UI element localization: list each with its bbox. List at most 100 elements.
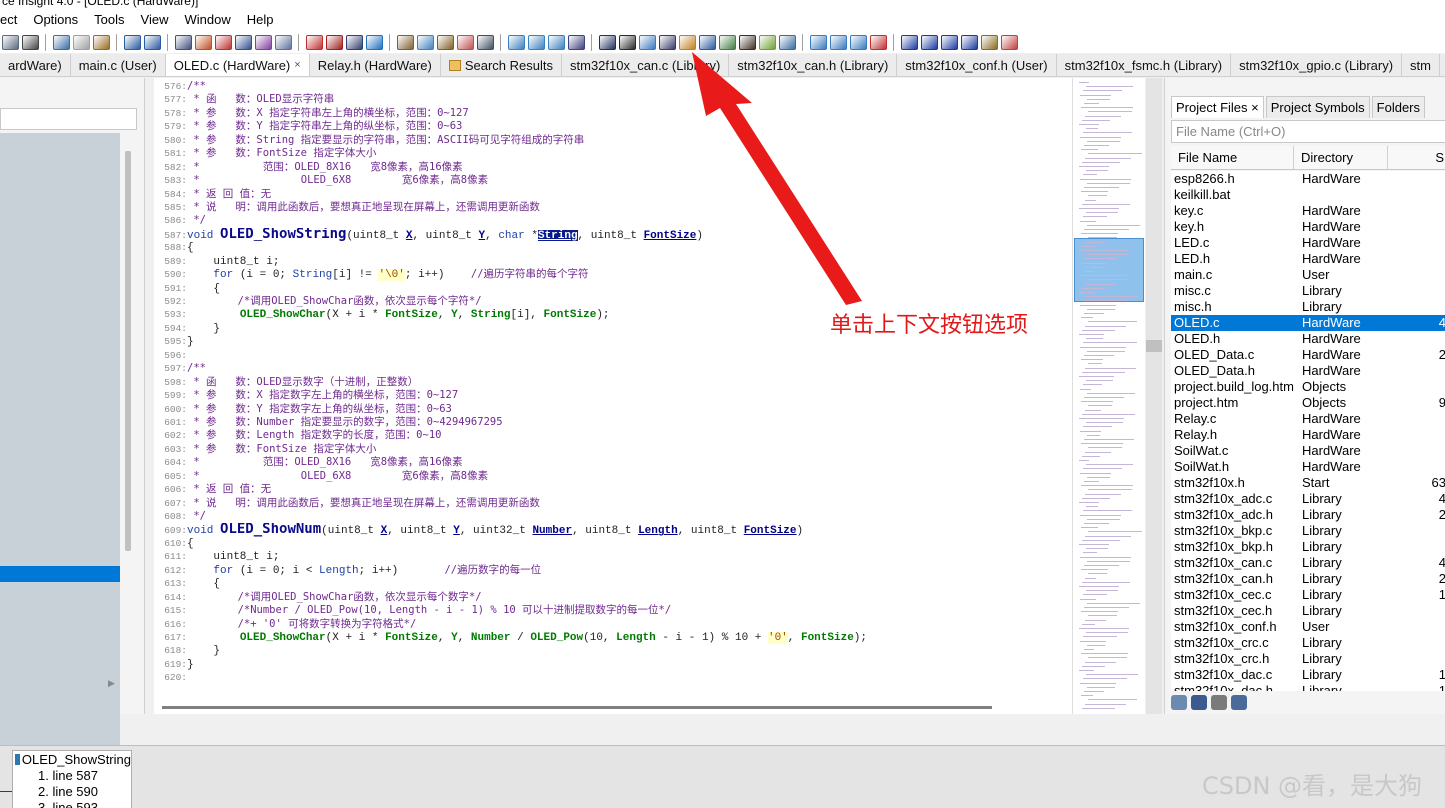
- file-list-row[interactable]: SoilWat.c HardWare: [1171, 443, 1445, 459]
- menu-project[interactable]: ect: [0, 8, 25, 32]
- file-tab[interactable]: stm32f10x_gpio.c (Library): [1231, 54, 1403, 76]
- panel-splitter[interactable]: [1146, 78, 1162, 714]
- file-tab[interactable]: Relay.h (HardWare): [310, 54, 441, 76]
- file-list-row[interactable]: stm32f10x_bkp.h Library: [1171, 539, 1445, 555]
- toolbar-button-icon[interactable]: [365, 34, 383, 50]
- file-list-row[interactable]: stm32f10x_dac.h Library 1: [1171, 683, 1445, 691]
- symbol-search-input[interactable]: [0, 108, 137, 130]
- menu-tools[interactable]: Tools: [86, 8, 132, 32]
- context-symbol-title[interactable]: OLED_ShowString: [13, 751, 131, 768]
- file-list-row[interactable]: stm32f10x_adc.h Library 2: [1171, 507, 1445, 523]
- scroll-right-arrow-icon[interactable]: ▶: [108, 678, 115, 689]
- toolbar-button-icon[interactable]: [960, 34, 978, 50]
- file-list-row[interactable]: stm32f10x_dac.c Library 1: [1171, 667, 1445, 683]
- toolbar-button-icon[interactable]: [194, 34, 212, 50]
- column-file-name[interactable]: File Name: [1171, 146, 1294, 169]
- file-list-row[interactable]: project.build_log.htm Objects: [1171, 379, 1445, 395]
- code-editor[interactable]: 576:/** 577: * 函 数：OLED显示字符串 578: * 参 数：X …: [154, 78, 1072, 714]
- toolbar-button-icon[interactable]: [476, 34, 494, 50]
- file-list-row[interactable]: stm32f10x_crc.c Library: [1171, 635, 1445, 651]
- toolbar-button-icon[interactable]: [507, 34, 525, 50]
- symbol-list-selected-item[interactable]: [0, 566, 120, 582]
- toolbar-button-icon[interactable]: [718, 34, 736, 50]
- file-list-row[interactable]: LED.h HardWare: [1171, 251, 1445, 267]
- toolbar-button-icon[interactable]: [1, 34, 19, 50]
- toolbar-button-icon[interactable]: [72, 34, 90, 50]
- symbol-list[interactable]: [0, 133, 120, 753]
- file-list-row[interactable]: LED.c HardWare: [1171, 235, 1445, 251]
- column-size[interactable]: S: [1388, 146, 1445, 169]
- tab-folders[interactable]: Folders: [1371, 96, 1426, 118]
- file-list-row[interactable]: OLED_Data.c HardWare 2: [1171, 347, 1445, 363]
- toolbar-button-icon[interactable]: [174, 34, 192, 50]
- menu-view[interactable]: View: [133, 8, 177, 32]
- file-list-row[interactable]: main.c User: [1171, 267, 1445, 283]
- toolbar-button-icon[interactable]: [214, 34, 232, 50]
- file-list-row[interactable]: keilkill.bat: [1171, 187, 1445, 203]
- toolbar-button-icon[interactable]: [436, 34, 454, 50]
- file-name-search-input[interactable]: File Name (Ctrl+O): [1171, 120, 1445, 143]
- toolbar-button-icon[interactable]: [598, 34, 616, 50]
- file-list-row[interactable]: stm32f10x_conf.h User: [1171, 619, 1445, 635]
- toolbar-button-icon[interactable]: [52, 34, 70, 50]
- toolbar-button-icon[interactable]: [416, 34, 434, 50]
- column-directory[interactable]: Directory: [1294, 146, 1388, 169]
- file-list-row[interactable]: Relay.h HardWare: [1171, 427, 1445, 443]
- toolbar-button-icon[interactable]: [547, 34, 565, 50]
- file-list-row[interactable]: key.h HardWare: [1171, 219, 1445, 235]
- file-list-row[interactable]: stm32f10x_can.c Library 4: [1171, 555, 1445, 571]
- sync-icon[interactable]: [1171, 694, 1187, 710]
- file-list-row[interactable]: stm32f10x.h Start 63: [1171, 475, 1445, 491]
- file-list-row[interactable]: OLED_Data.h HardWare: [1171, 363, 1445, 379]
- toolbar-button-icon[interactable]: [638, 34, 656, 50]
- toolbar-button-icon[interactable]: [254, 34, 272, 50]
- tab-project-files[interactable]: Project Files ×: [1171, 96, 1264, 118]
- file-list-row[interactable]: stm32f10x_can.h Library 2: [1171, 571, 1445, 587]
- toolbar-button-icon[interactable]: [325, 34, 343, 50]
- toolbar-button-icon[interactable]: [396, 34, 414, 50]
- toolbar-button-icon[interactable]: [618, 34, 636, 50]
- toolbar-button-icon[interactable]: [21, 34, 39, 50]
- file-tab[interactable]: main.c (User): [71, 54, 166, 76]
- toolbar-button-icon[interactable]: [980, 34, 998, 50]
- menu-help[interactable]: Help: [239, 8, 282, 32]
- overview-minimap[interactable]: [1072, 78, 1145, 714]
- list-icon[interactable]: [1211, 694, 1227, 710]
- file-tab[interactable]: ardWare): [0, 54, 71, 76]
- toolbar-button-icon[interactable]: [698, 34, 716, 50]
- editor-horizontal-scrollbar[interactable]: [162, 706, 992, 709]
- menu-window[interactable]: Window: [176, 8, 238, 32]
- toolbar-button-icon[interactable]: [567, 34, 585, 50]
- toolbar-button-icon[interactable]: [1000, 34, 1018, 50]
- file-tab[interactable]: OLED.c (HardWare) ×: [165, 54, 310, 76]
- toolbar-button-icon[interactable]: [738, 34, 756, 50]
- gear-icon[interactable]: [1231, 694, 1247, 710]
- file-tab[interactable]: stm32f10x_can.c (Library): [562, 54, 730, 76]
- file-list-row[interactable]: Relay.c HardWare: [1171, 411, 1445, 427]
- toolbar-button-icon[interactable]: [869, 34, 887, 50]
- file-tab[interactable]: stm32f10x_conf.h (User): [897, 54, 1057, 76]
- toolbar-button-icon[interactable]: [678, 34, 696, 50]
- file-list-row[interactable]: misc.h Library: [1171, 299, 1445, 315]
- file-tab[interactable]: Search Results: [441, 54, 562, 76]
- file-tab[interactable]: stm32f10x_fsmc.h (Library): [1057, 54, 1232, 76]
- symbol-list-scrollbar[interactable]: [125, 151, 131, 551]
- file-list-row[interactable]: OLED.c HardWare 4: [1171, 315, 1445, 331]
- close-tab-icon[interactable]: ×: [294, 54, 300, 76]
- toolbar-button-icon[interactable]: [527, 34, 545, 50]
- toolbar-button-icon[interactable]: [829, 34, 847, 50]
- context-reference-item[interactable]: 2. line 590: [13, 784, 131, 800]
- context-reference-item[interactable]: 1. line 587: [13, 768, 131, 784]
- toolbar-button-icon[interactable]: [658, 34, 676, 50]
- toolbar-button-icon[interactable]: [274, 34, 292, 50]
- toolbar-button-icon[interactable]: [143, 34, 161, 50]
- file-list-row[interactable]: OLED.h HardWare: [1171, 331, 1445, 347]
- toolbar-button-icon[interactable]: [900, 34, 918, 50]
- toolbar-button-icon[interactable]: [123, 34, 141, 50]
- file-list-row[interactable]: esp8266.h HardWare: [1171, 171, 1445, 187]
- file-list-row[interactable]: SoilWat.h HardWare: [1171, 459, 1445, 475]
- toolbar-button-icon[interactable]: [809, 34, 827, 50]
- toolbar-button-icon[interactable]: [940, 34, 958, 50]
- file-list-row[interactable]: stm32f10x_adc.c Library 4: [1171, 491, 1445, 507]
- context-reference-item[interactable]: 3. line 593: [13, 800, 131, 808]
